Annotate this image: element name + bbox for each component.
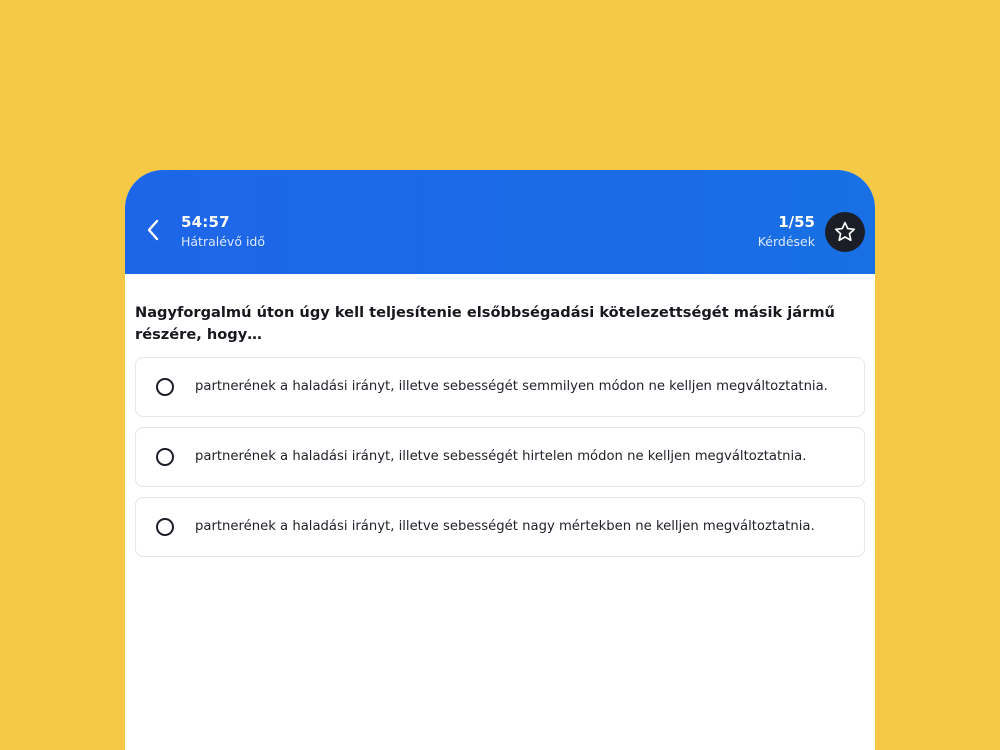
radio-button[interactable] — [156, 378, 174, 396]
answer-options: partnerének a haladási irányt, illetve s… — [135, 357, 865, 567]
star-icon — [834, 221, 856, 242]
answer-option-2[interactable]: partnerének a haladási irányt, illetve s… — [135, 427, 865, 487]
question-text: Nagyforgalmú úton úgy kell teljesítenie … — [135, 304, 835, 343]
answer-option-text: partnerének a haladási irányt, illetve s… — [195, 519, 815, 534]
remaining-time: 54:57 Hátralévő idő — [181, 213, 265, 249]
radio-button[interactable] — [156, 518, 174, 536]
timer-value: 54:57 — [181, 213, 230, 231]
chevron-left-icon — [147, 219, 159, 241]
radio-button[interactable] — [156, 448, 174, 466]
answer-option-text: partnerének a haladási irányt, illetve s… — [195, 449, 807, 464]
progress-value: 1/55 — [778, 213, 815, 231]
answer-option-3[interactable]: partnerének a haladási irányt, illetve s… — [135, 497, 865, 557]
back-button[interactable] — [139, 214, 167, 246]
progress-label: Kérdések — [757, 234, 815, 249]
app-screen: 54:57 Hátralévő idő 1/55 Kérdések Nagyfo… — [125, 170, 875, 750]
question-progress: 1/55 Kérdések — [758, 213, 815, 249]
timer-label: Hátralévő idő — [181, 234, 265, 249]
answer-option-1[interactable]: partnerének a haladási irányt, illetve s… — [135, 357, 865, 417]
favorite-button[interactable] — [825, 212, 865, 252]
quiz-header: 54:57 Hátralévő idő 1/55 Kérdések — [125, 170, 875, 274]
answer-option-text: partnerének a haladási irányt, illetve s… — [195, 379, 828, 394]
